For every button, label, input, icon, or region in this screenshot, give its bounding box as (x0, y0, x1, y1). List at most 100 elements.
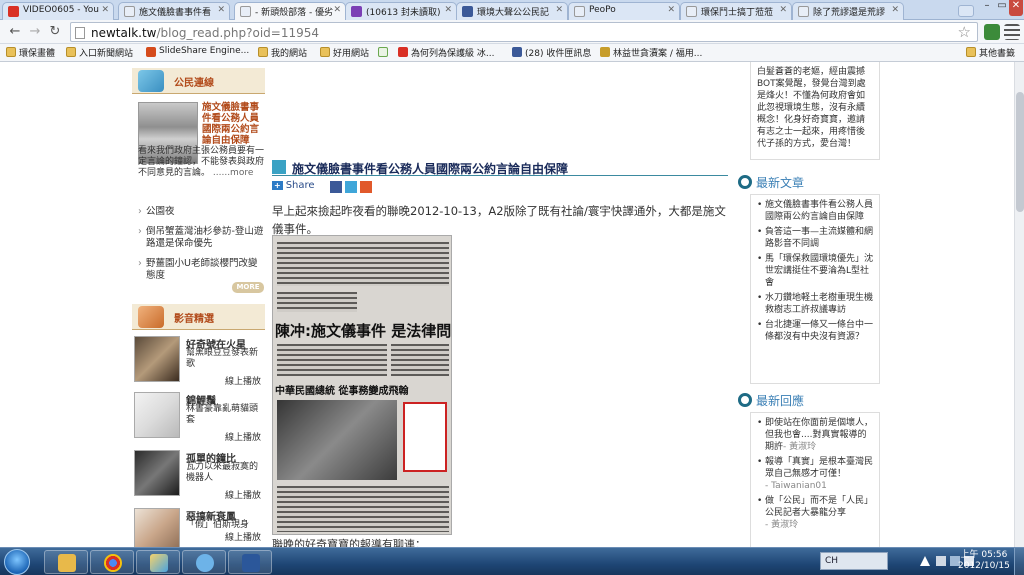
plurk-share-icon[interactable] (360, 181, 372, 193)
system-clock[interactable]: 上午 05:56 2012/10/15 (958, 550, 1010, 572)
youtube-icon (398, 47, 408, 57)
bookmark-item[interactable]: SlideShare Engine... (146, 46, 249, 57)
newspaper-headline: 中華民國總統 從事務變成飛翰 (275, 386, 409, 397)
bookmark-item[interactable]: 我的網站 (258, 46, 307, 59)
video-thumbnail[interactable] (134, 450, 180, 496)
latest-article-link[interactable]: 水刀鑽地軽土老樹重現生機救樹志工許叔議專訪 (757, 292, 873, 316)
clock-time: 上午 05:56 (960, 550, 1008, 560)
tab-yahoo-mail[interactable]: (10613 封未讀取) ✕ (345, 2, 457, 20)
messenger-icon (196, 554, 214, 572)
forward-arrow-icon[interactable]: → (26, 23, 44, 41)
play-online-link[interactable]: 線上播放 (225, 430, 261, 443)
tab-article-search[interactable]: 施文儀臉書事件看 ✕ (118, 2, 230, 20)
reply-text[interactable]: 報導「真實」是根本臺灣民眾自己無感才可僅！ (765, 457, 873, 479)
taskbar-messenger[interactable] (182, 550, 226, 574)
ime-toolbar[interactable]: CH (820, 552, 888, 570)
menu-wrench-icon[interactable] (1004, 24, 1020, 40)
back-arrow-icon[interactable]: ← (6, 23, 24, 41)
video-thumbnail[interactable] (134, 508, 180, 547)
tab-newtalk-blog[interactable]: - 新頭殼部落 - 優劣 ✕ (234, 2, 346, 20)
video-thumbnail[interactable] (134, 336, 180, 382)
video-item[interactable]: 錦鯉鬚 林書豪靠亂萌貓頭套 線上播放 (132, 392, 265, 444)
bookmarks-bar: 環保畫體 入口新聞網站 SlideShare Engine... 我的網站 好用… (0, 44, 1024, 62)
featured-post[interactable]: 施文儀臉書事件看公務人員國際兩公約言論自由保障 看來我們政府主張公務員要有一定言… (132, 102, 265, 198)
newspaper-photo: 陳冲:施文儀事件 是法律問題 中華民國總統 從事務變成飛翰 (272, 235, 452, 535)
url-text[interactable]: newtalk.tw/blog_read.php?oid=11954 (91, 26, 319, 40)
featured-summary: 看來我們政府主張公務員要有一定言論的鐘認，不能發表與政府不同意見的言論。 ...… (138, 146, 264, 179)
ring-icon (738, 393, 752, 407)
reply-text[interactable]: 即使站在你面前是個壞人，但我也會....對真實報導的期許 (765, 418, 873, 452)
featured-title[interactable]: 施文儀臉書事件看公務人員國際兩公約言論自由保障 (202, 102, 264, 146)
taskbar-explorer[interactable] (44, 550, 88, 574)
bookmark-item[interactable]: 環保畫體 (6, 46, 55, 59)
video-item[interactable]: 惡搞新衰鳳 「假」伯斯現身 線上播放 (132, 508, 265, 547)
video-item[interactable]: 孤單的鐘比 瓦力以來最寂寞的機器人 線上播放 (132, 450, 265, 502)
flag-icon[interactable] (936, 556, 946, 566)
reply-text[interactable]: 做「公民」而不是「人民」公民記者大暴龍分享 (765, 496, 873, 518)
reply-item[interactable]: 報導「真實」是根本臺灣民眾自己無感才可僅！ - Taiwanian01 (757, 456, 873, 492)
video-thumbnail[interactable] (134, 392, 180, 438)
windows-start-icon[interactable] (4, 549, 30, 575)
article-title: 施文儀臉書事件看公務人員國際兩公約言論自由保障 (292, 162, 569, 176)
bookmark-item[interactable]: (28) 收件匣訊息 (512, 46, 591, 59)
reply-item[interactable]: 做「公民」而不是「人民」公民記者大暴龍分享 - 黃淑玲 (757, 495, 873, 531)
close-icon[interactable]: ✕ (217, 5, 225, 15)
bookmark-label: 入口新聞網站 (79, 49, 134, 59)
close-icon[interactable]: ✕ (555, 5, 563, 15)
latest-replies-box: 即使站在你面前是個壞人，但我也會....對真實報導的期許- 黃淑玲 報導「真實」… (750, 412, 880, 547)
close-icon[interactable]: ✕ (667, 5, 675, 15)
twitter-share-icon[interactable] (345, 181, 357, 193)
close-icon[interactable]: ✕ (333, 5, 341, 15)
latest-article-link[interactable]: 負答這一事—主流媒體和網路影音不同調 (757, 226, 873, 250)
extension-icon[interactable] (984, 24, 1000, 40)
list-item[interactable]: 野薑園小U老師談櫻門改變態度 (138, 258, 265, 282)
close-icon[interactable]: ✕ (444, 5, 452, 15)
facebook-share-icon[interactable] (330, 181, 342, 193)
bookmark-item[interactable]: 為何列為保護級 冰... (398, 46, 494, 59)
reload-icon[interactable]: ↻ (46, 23, 64, 41)
maximize-button[interactable]: ▭ (996, 0, 1008, 16)
tab-youtube[interactable]: VIDEO0605 - You ✕ (2, 2, 114, 20)
list-item[interactable]: 倒吊蟹蓋灣油杉參訪-登山遊路還是保命優先 (138, 226, 265, 250)
show-desktop-button[interactable] (1014, 548, 1024, 575)
address-bar[interactable]: newtalk.tw/blog_read.php?oid=11954 ☆ (70, 22, 978, 42)
bookmark-item[interactable]: 好用網站 (320, 46, 369, 59)
tab-peopo[interactable]: PeoPo ✕ (568, 2, 680, 20)
close-icon[interactable]: ✕ (891, 5, 899, 15)
video-item[interactable]: 好奇號在火星 幫黑眼豆豆發表新歌 線上播放 (132, 336, 265, 388)
video-section-header: 影音精選 (132, 304, 265, 330)
share-button[interactable]: + Share (272, 180, 315, 191)
play-online-link[interactable]: 線上播放 (225, 530, 261, 543)
show-hidden-icons[interactable] (920, 556, 930, 566)
facebook-icon (512, 47, 522, 57)
vertical-scrollbar[interactable] (1014, 62, 1024, 547)
latest-article-link[interactable]: 台北捷運一條又一條台中一條都沒有中央沒有資源？ (757, 319, 873, 343)
tab-eco-warrior[interactable]: 環保鬥士搞丁蒞蒞 ✕ (680, 2, 792, 20)
minimize-button[interactable]: – (980, 0, 994, 16)
title-bullet-icon (272, 160, 286, 174)
tab-facebook[interactable]: 環境大聲公公民記 ✕ (456, 2, 568, 20)
taskbar-paint[interactable] (136, 550, 180, 574)
more-link[interactable]: ......more (213, 168, 253, 178)
bookmark-label: 環保畫體 (19, 49, 56, 59)
list-item[interactable]: 公園夜 (138, 206, 265, 218)
play-online-link[interactable]: 線上播放 (225, 374, 261, 387)
close-window-button[interactable]: ✕ (1009, 0, 1023, 16)
scrollbar-thumb[interactable] (1016, 92, 1024, 212)
latest-article-link[interactable]: 馬「環保救國環境優先」沈世宏講挺住不要淪為L型社會 (757, 253, 873, 289)
close-icon[interactable]: ✕ (779, 5, 787, 15)
latest-article-link[interactable]: 施文儀臉書事件看公務人員國際兩公約言論自由保障 (757, 199, 873, 223)
new-tab-button[interactable] (958, 5, 974, 17)
reply-item[interactable]: 即使站在你面前是個壞人，但我也會....對真實報導的期許- 黃淑玲 (757, 417, 873, 453)
tab-absurd[interactable]: 除了荒謬還是荒謬 ✕ (792, 2, 904, 20)
bookmark-item[interactable]: 林益世貪瀆案 / 福用... (600, 46, 702, 59)
more-button[interactable]: MORE (232, 282, 264, 293)
close-icon[interactable]: ✕ (101, 5, 109, 15)
bookmark-label: 林益世貪瀆案 / 福用... (613, 49, 703, 59)
taskbar-word[interactable] (228, 550, 272, 574)
bookmark-star-icon[interactable]: ☆ (958, 23, 971, 41)
other-bookmarks[interactable]: 其他書籤 (966, 46, 1015, 59)
bookmark-item[interactable]: 入口新聞網站 (66, 46, 133, 59)
taskbar-chrome[interactable] (90, 550, 134, 574)
play-online-link[interactable]: 線上播放 (225, 488, 261, 501)
